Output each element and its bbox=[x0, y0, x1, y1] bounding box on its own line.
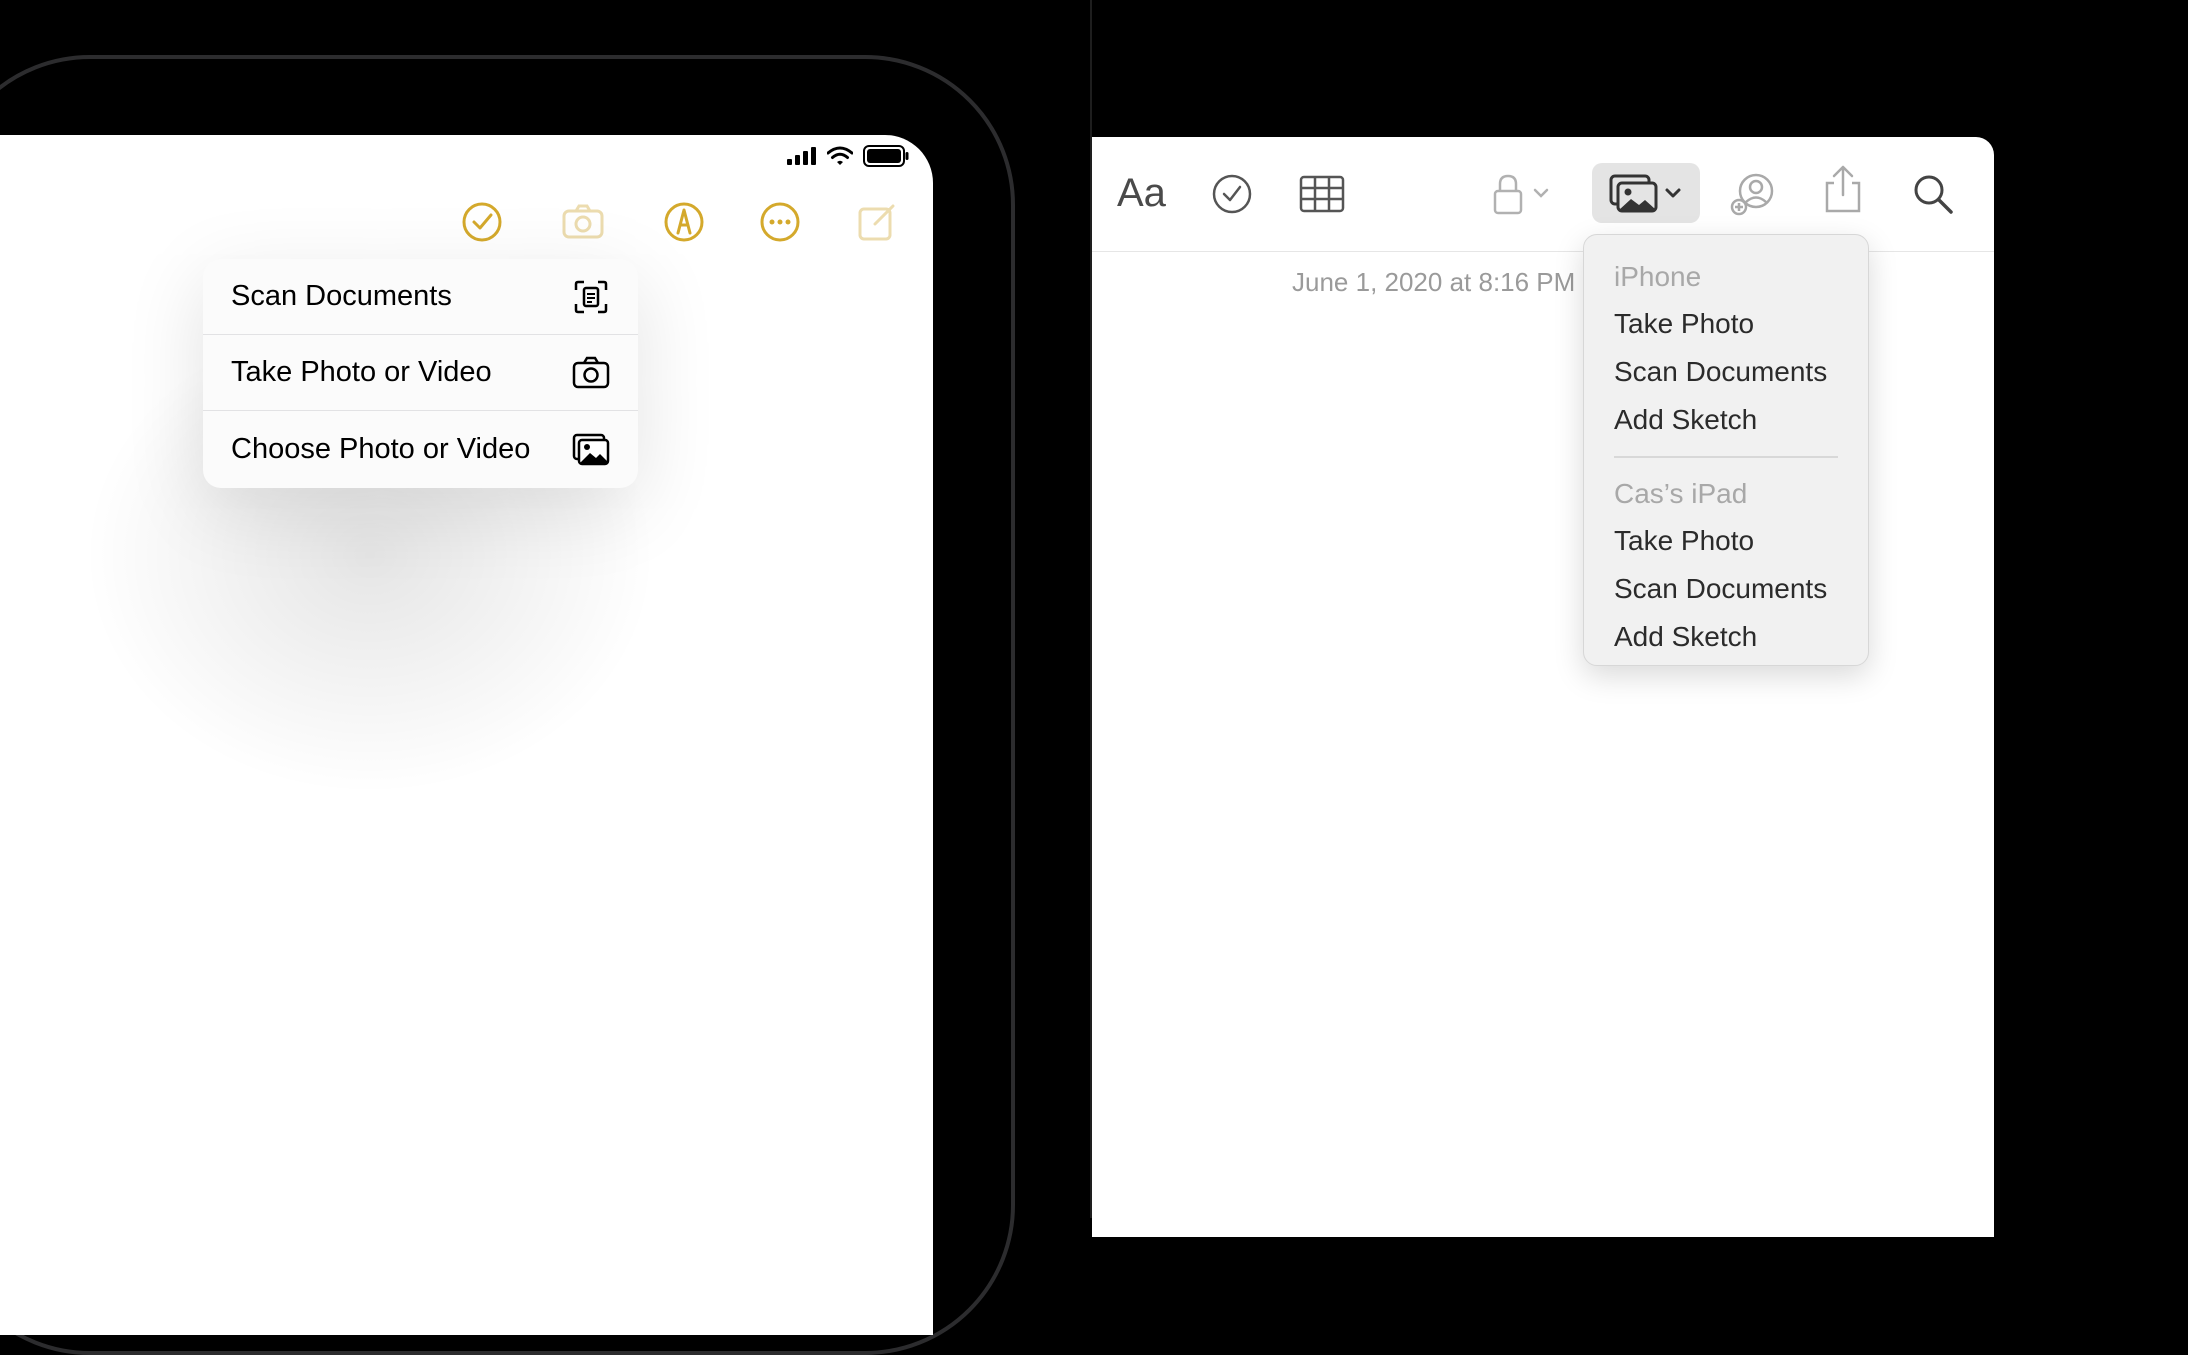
media-button[interactable] bbox=[1592, 163, 1700, 223]
markup-icon[interactable] bbox=[662, 200, 706, 244]
menu-item-scan-documents[interactable]: Scan Documents bbox=[203, 259, 638, 335]
search-icon[interactable] bbox=[1910, 171, 1956, 217]
note-date: June 1, 2020 at 8:16 PM bbox=[1292, 267, 1576, 297]
scan-documents-icon bbox=[574, 280, 608, 313]
share-icon[interactable] bbox=[1820, 165, 1866, 215]
table-icon[interactable] bbox=[1299, 171, 1345, 217]
menu-item-label: Choose Photo or Video bbox=[231, 432, 531, 465]
menu-separator bbox=[1614, 456, 1838, 458]
menu-item-iphone-scan-documents[interactable]: Scan Documents bbox=[1584, 348, 1868, 396]
menu-item-choose-photo-video[interactable]: Choose Photo or Video bbox=[203, 411, 638, 487]
compose-icon[interactable] bbox=[855, 200, 899, 244]
section-title-ipad: Cas’s iPad bbox=[1614, 477, 1748, 509]
photo-library-icon bbox=[572, 433, 610, 466]
wifi-icon bbox=[827, 146, 853, 165]
menu-item-ipad-take-photo[interactable]: Take Photo bbox=[1584, 517, 1868, 565]
menu-item-take-photo-video[interactable]: Take Photo or Video bbox=[203, 335, 638, 411]
media-icon bbox=[1609, 174, 1658, 213]
media-dropdown-menu: iPhone Take Photo Scan Documents Add Ske… bbox=[1583, 234, 1869, 666]
menu-item-label: Scan Documents bbox=[231, 280, 452, 312]
chevron-down-icon bbox=[1665, 188, 1681, 198]
menu-item-label: Take Photo or Video bbox=[231, 356, 492, 388]
section-title-iphone: iPhone bbox=[1614, 261, 1702, 292]
menu-item-iphone-take-photo[interactable]: Take Photo bbox=[1584, 300, 1868, 348]
menu-item-iphone-add-sketch[interactable]: Add Sketch bbox=[1584, 396, 1868, 444]
camera-icon[interactable] bbox=[561, 200, 605, 244]
checklist-icon[interactable] bbox=[460, 200, 504, 244]
checklist-icon[interactable] bbox=[1209, 171, 1255, 217]
menu-item-ipad-scan-documents[interactable]: Scan Documents bbox=[1584, 565, 1868, 613]
collaborate-icon[interactable] bbox=[1730, 171, 1776, 217]
more-icon[interactable] bbox=[758, 200, 802, 244]
camera-icon bbox=[572, 356, 610, 388]
ipad-screen: Scan Documents Take Photo or Video Choos… bbox=[0, 135, 933, 1335]
status-bar bbox=[787, 145, 909, 167]
insert-media-menu: Scan Documents Take Photo or Video Choos… bbox=[203, 259, 638, 488]
battery-icon bbox=[863, 145, 909, 167]
menu-item-ipad-add-sketch[interactable]: Add Sketch bbox=[1584, 613, 1868, 661]
format-button[interactable]: Aa bbox=[1117, 171, 1166, 216]
cellular-signal-icon bbox=[787, 147, 816, 165]
lock-icon[interactable] bbox=[1487, 171, 1557, 217]
